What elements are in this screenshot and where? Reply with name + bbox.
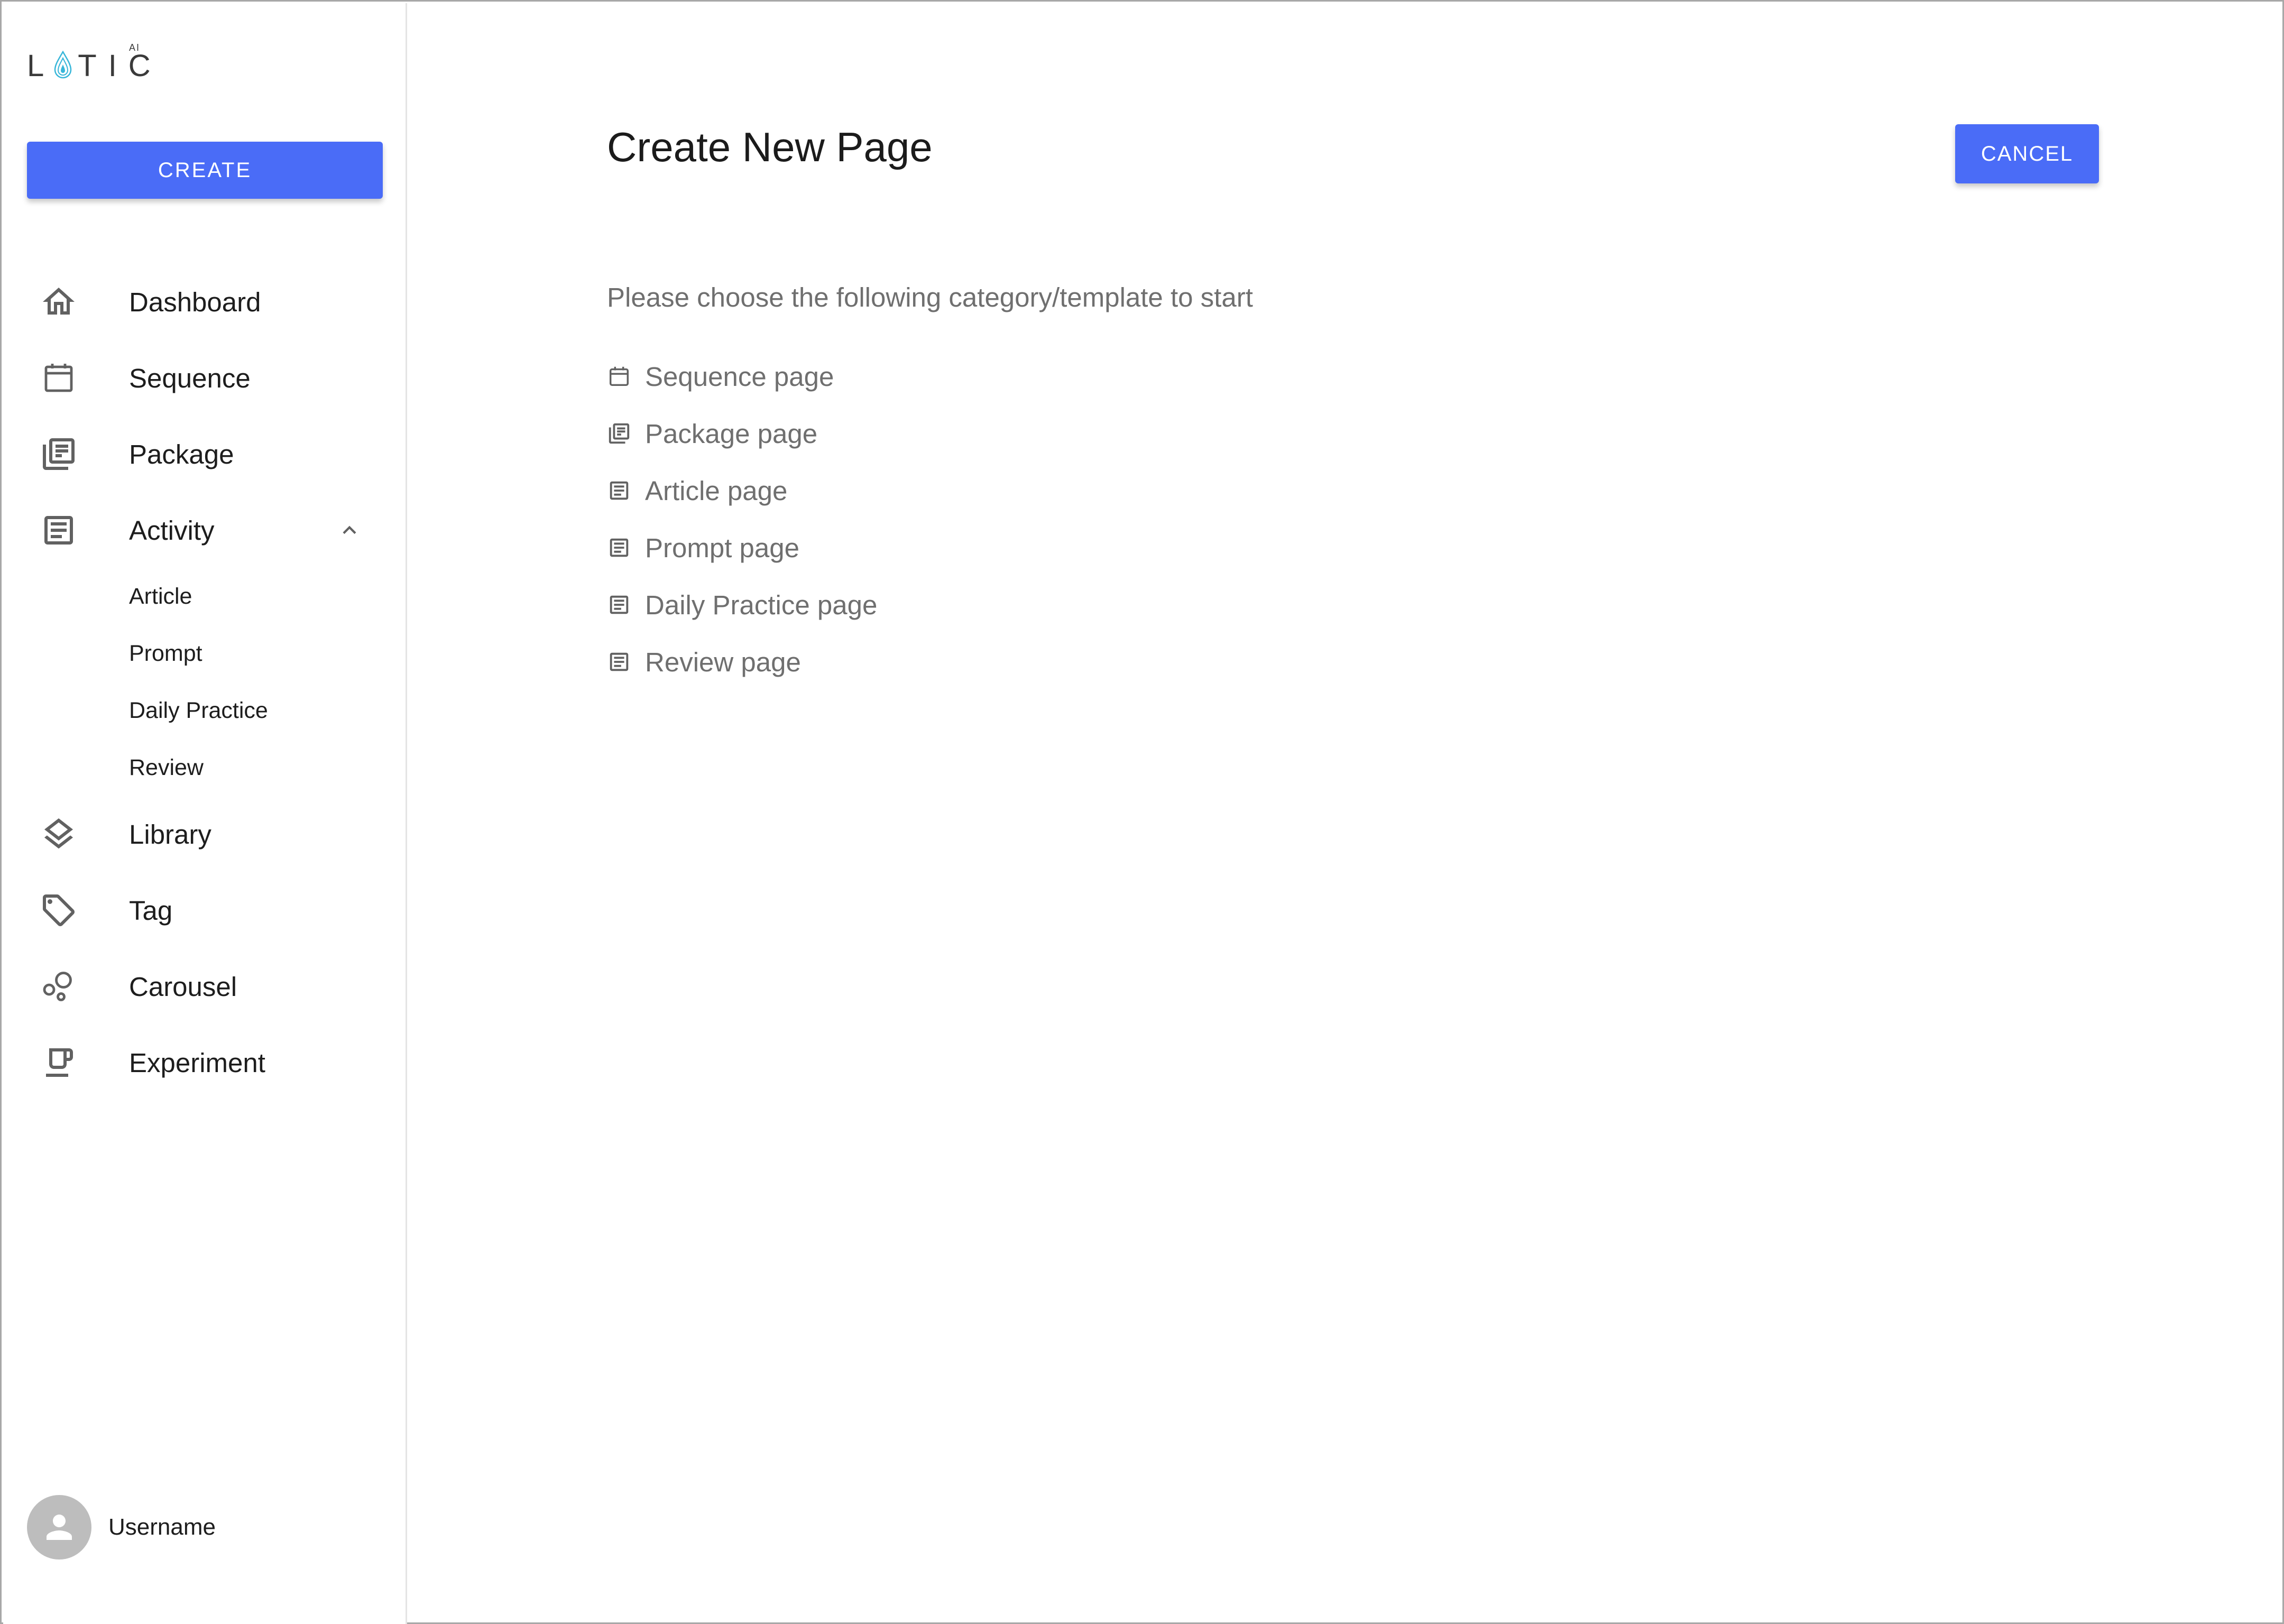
sidebar-item-label: Tag [129, 895, 173, 926]
article-icon [38, 509, 80, 551]
page-title: Create New Page [607, 124, 933, 170]
sidebar-item-tag[interactable]: Tag [3, 879, 404, 942]
sidebar-item-package[interactable]: Package [3, 422, 404, 486]
sidebar-subitem-article[interactable]: Article [129, 575, 192, 617]
chevron-up-icon[interactable] [336, 517, 363, 543]
template-label: Article page [645, 475, 788, 506]
sidebar-item-label: Package [129, 439, 234, 469]
template-option-package[interactable]: Package page [607, 410, 817, 457]
sidebar-item-activity[interactable]: Activity [3, 499, 404, 562]
sidebar-item-sequence[interactable]: Sequence [3, 346, 404, 410]
calendar-icon [607, 364, 631, 389]
template-option-article[interactable]: Article page [607, 467, 787, 514]
library-books-icon [607, 421, 631, 446]
home-icon [38, 281, 80, 323]
layers-icon [38, 813, 80, 855]
instruction-text: Please choose the following category/tem… [607, 282, 1253, 312]
sidebar-item-label: Library [129, 819, 211, 850]
bubbles-icon [38, 965, 80, 1008]
article-icon [607, 650, 631, 674]
sidebar-item-dashboard[interactable]: Dashboard [3, 270, 404, 334]
sidebar-item-label: Carousel [129, 971, 237, 1002]
user-profile[interactable]: Username [27, 1495, 216, 1560]
article-icon [607, 536, 631, 560]
template-label: Review page [645, 647, 801, 677]
logo-letter-l: L [27, 48, 56, 83]
avatar[interactable] [27, 1495, 91, 1560]
calendar-icon [38, 357, 80, 399]
logo-drop-icon [54, 51, 72, 79]
article-icon [607, 593, 631, 617]
template-option-review[interactable]: Review page [607, 638, 801, 686]
app-window: L TIC AI CREATE Dashboard Sequence Packa… [0, 0, 2284, 1624]
sidebar-item-carousel[interactable]: Carousel [3, 955, 404, 1018]
template-option-prompt[interactable]: Prompt page [607, 524, 799, 571]
sidebar-subitem-daily-practice[interactable]: Daily Practice [129, 689, 268, 732]
sidebar-item-label: Sequence [129, 363, 251, 393]
sidebar-subitem-prompt[interactable]: Prompt [129, 632, 202, 675]
sidebar-item-library[interactable]: Library [3, 802, 404, 866]
template-label: Package page [645, 418, 818, 449]
template-option-sequence[interactable]: Sequence page [607, 353, 834, 400]
library-books-icon [38, 433, 80, 475]
sidebar-subitem-review[interactable]: Review [129, 746, 204, 789]
tag-icon [38, 889, 80, 931]
sidebar-item-label: Dashboard [129, 287, 261, 317]
logo-superscript: AI [129, 42, 141, 53]
username: Username [108, 1514, 216, 1540]
logo: L TIC AI [27, 42, 162, 87]
template-label: Daily Practice page [645, 589, 878, 620]
person-icon [47, 1515, 72, 1540]
template-option-daily-practice[interactable]: Daily Practice page [607, 581, 877, 629]
template-label: Sequence page [645, 361, 834, 392]
sidebar-item-experiment[interactable]: Experiment [3, 1031, 404, 1094]
template-label: Prompt page [645, 532, 800, 563]
article-icon [607, 478, 631, 503]
cancel-button[interactable]: CANCEL [1955, 124, 2099, 183]
sidebar-item-label: Experiment [129, 1047, 265, 1078]
logo-letters-tic: TIC [78, 48, 162, 83]
coffee-icon [38, 1041, 80, 1084]
sidebar: L TIC AI CREATE Dashboard Sequence Packa… [3, 3, 407, 1624]
create-button[interactable]: CREATE [27, 142, 383, 199]
sidebar-item-label: Activity [129, 515, 215, 546]
